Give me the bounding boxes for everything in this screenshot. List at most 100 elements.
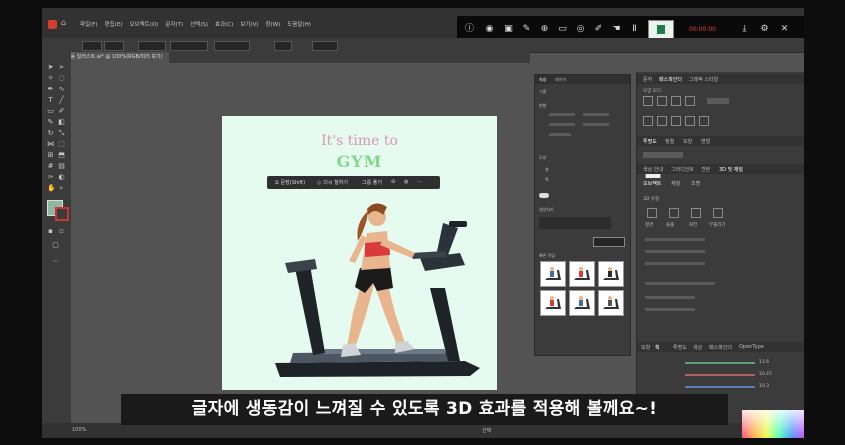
stroke-color-swatch[interactable]: [55, 207, 69, 221]
stroke-swatch-control[interactable]: [104, 41, 124, 51]
field-stroke[interactable]: 획: [545, 177, 549, 183]
rectangle-icon[interactable]: ▭: [557, 24, 568, 35]
headline-line1[interactable]: It's time to: [222, 133, 497, 149]
tab-transparency-2[interactable]: 투명도: [673, 344, 687, 351]
zoom-icon[interactable]: ⊕: [539, 24, 550, 35]
tab-material[interactable]: 재질: [671, 180, 680, 187]
close-icon[interactable]: ✕: [779, 24, 790, 35]
lasso-icon[interactable]: ◌: [58, 75, 65, 82]
pen-icon[interactable]: ✎: [521, 24, 532, 35]
3d-plane-icon[interactable]: [647, 208, 657, 218]
menu-view[interactable]: 보기(V): [240, 20, 258, 28]
line-tool-icon[interactable]: ╱: [58, 97, 65, 104]
context-recolor-button[interactable]: ◎ 다시 칠하기: [317, 179, 348, 186]
tab-color-guide[interactable]: 색상 안내: [643, 166, 663, 173]
headline-line2[interactable]: GYM: [222, 152, 497, 171]
tab-layers[interactable]: 레이어: [555, 77, 566, 83]
outline-icon[interactable]: [699, 116, 709, 126]
x-input[interactable]: [549, 113, 575, 116]
type-tool-icon[interactable]: T: [47, 97, 54, 104]
info-icon[interactable]: ⓘ: [464, 24, 475, 35]
gradient-icon[interactable]: ▤: [58, 163, 65, 170]
tab-transform[interactable]: 변형: [701, 138, 710, 145]
exclude-icon[interactable]: [685, 96, 695, 106]
tab-appearance[interactable]: 모양: [683, 138, 692, 145]
twist-slider[interactable]: [645, 250, 705, 253]
taper-slider[interactable]: [645, 262, 705, 265]
blend-icon[interactable]: ◐: [58, 174, 65, 181]
variable-width-select[interactable]: [170, 41, 208, 51]
3d-revolve-icon[interactable]: [691, 208, 701, 218]
scale-icon[interactable]: ⤡: [58, 130, 65, 137]
blend-mode-select[interactable]: [643, 152, 683, 158]
rotate-icon[interactable]: ↻: [47, 130, 54, 137]
brush-icon[interactable]: ✐: [593, 24, 604, 35]
zoom-tool-icon[interactable]: ⌕: [58, 185, 65, 192]
tab-align[interactable]: 정렬: [665, 138, 674, 145]
hand-tool-icon[interactable]: ✋: [47, 185, 56, 192]
menu-edit[interactable]: 편집(E): [105, 20, 123, 28]
fill-swatch-control[interactable]: [82, 41, 102, 51]
home-icon[interactable]: ⌂: [61, 18, 66, 27]
color-mode-icon[interactable]: ▪: [47, 228, 54, 235]
tab-graphic-styles[interactable]: 그래픽 스타일: [689, 76, 718, 83]
crop-icon[interactable]: [685, 116, 695, 126]
shape-builder-icon[interactable]: ⊞: [47, 152, 54, 159]
tab-color[interactable]: 색상: [693, 344, 702, 351]
3d-inflate-icon[interactable]: [713, 208, 723, 218]
magic-wand-icon[interactable]: ✧: [47, 75, 54, 82]
rotation-y[interactable]: [645, 308, 695, 311]
more-tools-icon[interactable]: ⋯: [52, 258, 59, 265]
brush-select[interactable]: [214, 41, 250, 51]
rotate-input[interactable]: [549, 133, 571, 136]
free-transform-icon[interactable]: ⬚: [58, 141, 65, 148]
pause-icon[interactable]: Ⅱ: [629, 24, 640, 35]
tab-3d-materials[interactable]: 3D 및 재질: [719, 166, 743, 173]
document-tab[interactable]: 운동 일러스트.ai* @ 100%(RGB/미리 보기): [60, 52, 169, 63]
status-zoom[interactable]: 100%: [72, 427, 86, 433]
tab-pathfinder[interactable]: 패스파인더: [659, 76, 682, 83]
treadmill-illustration[interactable]: [255, 193, 495, 383]
perspective-icon[interactable]: ⬒: [58, 152, 65, 159]
eraser-icon[interactable]: ◧: [58, 119, 65, 126]
prompt-textarea[interactable]: [539, 217, 611, 229]
tab-stroke[interactable]: 획: [655, 344, 660, 351]
rectangle-tool-icon[interactable]: ▭: [47, 108, 54, 115]
unite-icon[interactable]: [643, 96, 653, 106]
camera-icon[interactable]: ◎: [575, 24, 586, 35]
context-ungroup-button[interactable]: 그룹 풀기: [362, 179, 382, 186]
menu-effect[interactable]: 효과(C): [215, 20, 233, 28]
variation-thumb[interactable]: [540, 290, 566, 316]
slider-value-1[interactable]: 13.6: [759, 360, 769, 365]
slider-value-3[interactable]: 10.3: [759, 384, 769, 389]
color-slider-g[interactable]: [685, 374, 755, 376]
variation-thumb[interactable]: [540, 261, 566, 287]
tab-appearance-2[interactable]: 모양: [641, 344, 650, 351]
menu-window[interactable]: 창(W): [265, 20, 280, 28]
width-input[interactable]: [549, 123, 575, 126]
screen-mode-icon[interactable]: ▢: [52, 242, 59, 249]
style-select[interactable]: [312, 41, 338, 51]
menu-type[interactable]: 문자(T): [165, 20, 183, 28]
tab-lighting[interactable]: 조명: [691, 180, 700, 187]
selection-tool-icon[interactable]: ➤: [47, 64, 54, 71]
app-logo-icon[interactable]: [48, 20, 57, 29]
variation-thumb[interactable]: [598, 261, 624, 287]
minus-front-icon[interactable]: [657, 96, 667, 106]
tab-transparency[interactable]: 투명도: [643, 138, 657, 145]
color-slider-r[interactable]: [685, 362, 755, 364]
menu-file[interactable]: 파일(F): [80, 20, 98, 28]
minimize-icon[interactable]: ⤓: [739, 24, 750, 35]
pen-tool-icon[interactable]: ✒: [47, 86, 54, 93]
divide-icon[interactable]: [643, 116, 653, 126]
y-input[interactable]: [583, 113, 609, 116]
direct-selection-tool-icon[interactable]: ➢: [58, 64, 65, 71]
hand-icon[interactable]: ☚: [611, 24, 622, 35]
color-slider-b[interactable]: [685, 386, 755, 388]
screenshot-icon[interactable]: ▣: [503, 24, 514, 35]
field-fill[interactable]: 칠: [545, 167, 549, 173]
menu-select[interactable]: 선택(S): [190, 20, 208, 28]
context-more-icon[interactable]: ⋯: [417, 179, 422, 185]
tab-object[interactable]: 오브젝트: [643, 180, 661, 187]
stroke-weight-input[interactable]: [138, 41, 166, 51]
